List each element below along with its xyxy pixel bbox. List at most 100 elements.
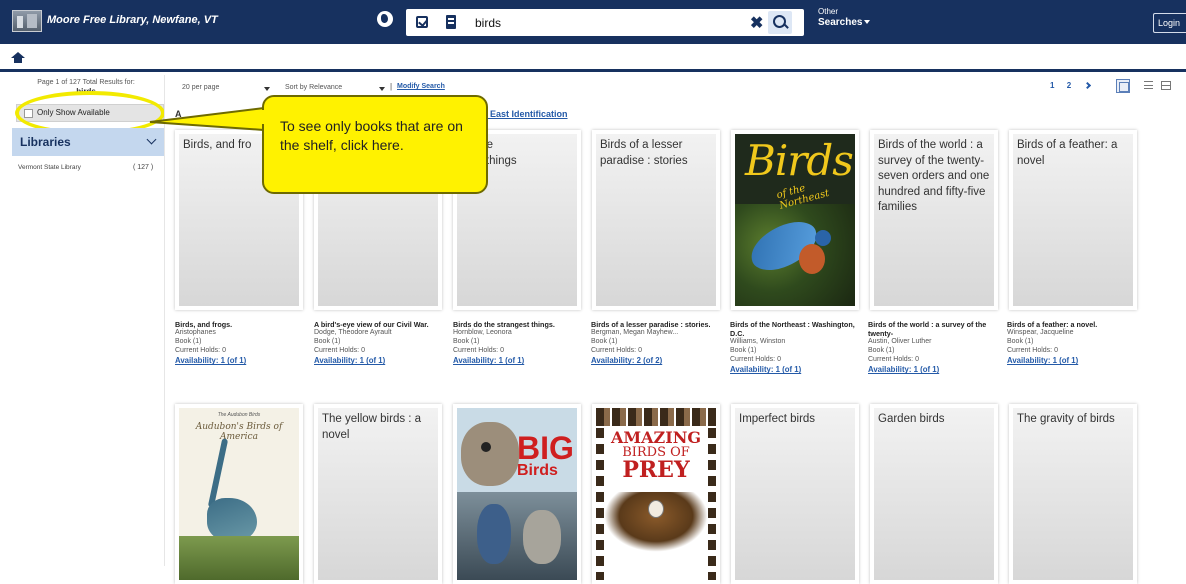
result-meta: Birds of a feather: a novel. Winspear, J… bbox=[1007, 320, 1137, 366]
cover-grass bbox=[179, 536, 299, 580]
result-card[interactable]: Imperfect birds bbox=[731, 404, 859, 584]
other-searches-label-2: Searches bbox=[818, 18, 871, 28]
library-logo[interactable] bbox=[12, 10, 42, 32]
placeholder-title: The yellow birds : a novel bbox=[322, 413, 422, 441]
result-format: Book (1) bbox=[868, 346, 895, 354]
result-card[interactable]: Birds of a lesser paradise : stories bbox=[592, 130, 720, 310]
availability-link[interactable]: Availability: 1 (of 1) bbox=[453, 356, 583, 366]
sort-select[interactable]: Sort by Relevance bbox=[285, 82, 385, 96]
login-button[interactable]: Login bbox=[1153, 13, 1186, 33]
home-icon[interactable] bbox=[11, 52, 25, 63]
result-card[interactable]: Birds of a feather: a novel bbox=[1009, 130, 1137, 310]
availability-link[interactable]: Availability: 1 (of 1) bbox=[868, 365, 998, 375]
cover-text-2: Birds bbox=[517, 462, 558, 479]
other-searches-menu[interactable]: Other Searches bbox=[818, 7, 871, 28]
per-page-value: 20 per page bbox=[182, 84, 220, 91]
callout-pointer-join bbox=[260, 110, 270, 124]
library-facet-name: Vermont State Library bbox=[18, 164, 81, 171]
chevron-down-icon bbox=[864, 20, 871, 25]
result-author: Williams, Winston bbox=[730, 338, 786, 345]
toolbar-separator: | bbox=[390, 82, 393, 91]
availability-link[interactable]: Availability: 1 (of 1) bbox=[314, 356, 444, 366]
result-title[interactable]: Birds do the strangest things. bbox=[453, 320, 583, 329]
result-title[interactable]: Birds of the Northeast : Washington, D.C… bbox=[730, 320, 860, 338]
result-meta: Birds of the world : a survey of the twe… bbox=[868, 320, 998, 375]
book-cover-image: AMAZING BIRDS OF PREY bbox=[596, 408, 716, 580]
chevron-down-icon bbox=[264, 87, 270, 91]
result-title[interactable]: Birds of a feather: a novel. bbox=[1007, 320, 1137, 329]
grid-view-icon[interactable] bbox=[1116, 79, 1130, 93]
cover-bird-body bbox=[799, 244, 825, 274]
table-view-icon[interactable] bbox=[1161, 81, 1171, 90]
result-card[interactable]: Birds of the world : a survey of the twe… bbox=[870, 130, 998, 310]
result-format: Book (1) bbox=[1007, 337, 1034, 345]
library-facet-count: ( 127 ) bbox=[133, 164, 154, 171]
page-info-text: Page 1 of 127 Total Results for: bbox=[37, 79, 135, 86]
result-title[interactable]: Birds, and frogs. bbox=[175, 320, 305, 329]
book-cover-image: BIG Birds bbox=[457, 408, 577, 580]
result-format: Book (1) bbox=[591, 337, 618, 345]
callout-text: To see only books that are on the shelf,… bbox=[280, 118, 463, 153]
availability-link[interactable]: Availability: 1 (of 1) bbox=[175, 356, 305, 366]
result-holds: Current Holds: 0 bbox=[868, 355, 919, 363]
pagination: 1 2 bbox=[1050, 81, 1100, 90]
library-name[interactable]: Moore Free Library, Newfane, VT bbox=[47, 14, 218, 26]
cover-title: AMAZING BIRDS OF PREY bbox=[596, 430, 716, 482]
result-card[interactable]: AMAZING BIRDS OF PREY bbox=[592, 404, 720, 584]
other-searches-label: Other bbox=[818, 7, 839, 16]
result-card[interactable]: The gravity of birds bbox=[1009, 404, 1137, 584]
page-2-link[interactable]: 2 bbox=[1067, 81, 1071, 90]
result-card[interactable]: Birds of the Northeast bbox=[731, 130, 859, 310]
per-page-select[interactable]: 20 per page bbox=[182, 82, 270, 96]
result-title[interactable]: A bird's-eye view of our Civil War. bbox=[314, 320, 444, 329]
cover-eagle-head bbox=[648, 500, 664, 518]
result-card[interactable]: The yellow birds : a novel bbox=[314, 404, 442, 584]
cover-bird bbox=[523, 510, 561, 564]
result-title[interactable]: Birds of the world : a survey of the twe… bbox=[868, 320, 998, 338]
globe-icon[interactable] bbox=[377, 11, 393, 27]
availability-link[interactable]: Availability: 1 (of 1) bbox=[730, 365, 860, 375]
next-page-icon[interactable] bbox=[1084, 81, 1092, 90]
cover-border bbox=[596, 408, 716, 426]
clear-search-icon[interactable]: ✖ bbox=[750, 13, 763, 33]
result-holds: Current Holds: 0 bbox=[730, 355, 781, 363]
result-format: Book (1) bbox=[314, 337, 341, 345]
placeholder-title: The gravity of birds bbox=[1017, 413, 1115, 425]
book-search-type-icon[interactable] bbox=[446, 15, 456, 29]
result-holds: Current Holds: 0 bbox=[175, 346, 226, 354]
cover-ostrich bbox=[461, 422, 519, 486]
result-card[interactable]: Garden birds bbox=[870, 404, 998, 584]
result-author: Dodge, Theodore Ayrault bbox=[314, 329, 392, 336]
page-1-link[interactable]: 1 bbox=[1050, 81, 1054, 90]
result-card[interactable]: The Audubon Birds Audubon's Birds of Ame… bbox=[175, 404, 303, 584]
tooltip-callout: To see only books that are on the shelf,… bbox=[262, 95, 488, 194]
modify-search-link[interactable]: Modify Search bbox=[397, 83, 445, 90]
placeholder-title: Garden birds bbox=[878, 413, 945, 425]
cover-placeholder bbox=[1013, 408, 1133, 580]
result-format: Book (1) bbox=[730, 346, 757, 354]
divider bbox=[164, 75, 165, 566]
result-holds: Current Holds: 0 bbox=[591, 346, 642, 354]
library-facet-row[interactable]: Vermont State Library ( 127 ) bbox=[12, 158, 164, 180]
top-bar: Moore Free Library, Newfane, VT birds ✖ … bbox=[0, 0, 1186, 44]
result-author: Bergman, Megan Mayhew... bbox=[591, 329, 679, 336]
checkbox-search-type-icon[interactable] bbox=[416, 16, 428, 28]
placeholder-title: Imperfect birds bbox=[739, 413, 816, 425]
search-input[interactable]: birds bbox=[475, 16, 501, 30]
search-button[interactable] bbox=[768, 11, 792, 34]
result-author: Austin, Oliver Luther bbox=[868, 338, 932, 345]
availability-link[interactable]: Availability: 2 (of 2) bbox=[591, 356, 721, 366]
cover-bird-head bbox=[815, 230, 831, 246]
result-meta: Birds of a lesser paradise : stories. Be… bbox=[591, 320, 721, 366]
cover-bird bbox=[477, 504, 511, 564]
availability-link[interactable]: Availability: 1 (of 1) bbox=[1007, 356, 1137, 366]
list-view-icon[interactable] bbox=[1144, 81, 1153, 89]
result-meta: A bird's-eye view of our Civil War. Dodg… bbox=[314, 320, 444, 366]
result-title[interactable]: Birds of a lesser paradise : stories. bbox=[591, 320, 721, 329]
result-card[interactable]: BIG Birds bbox=[453, 404, 581, 584]
results-related-link[interactable]: ica East Identification bbox=[475, 109, 568, 119]
result-holds: Current Holds: 0 bbox=[1007, 346, 1058, 354]
libraries-heading: Libraries bbox=[20, 135, 71, 149]
result-holds: Current Holds: 0 bbox=[453, 346, 504, 354]
search-box[interactable]: birds ✖ bbox=[406, 9, 804, 36]
